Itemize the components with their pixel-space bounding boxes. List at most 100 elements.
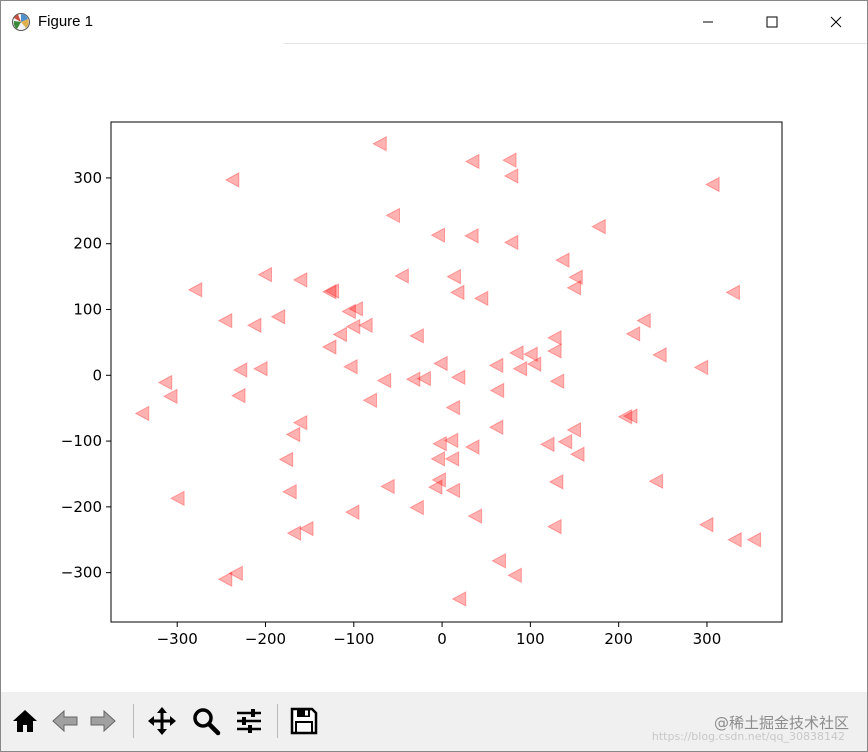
data-point (652, 347, 667, 363)
home-button[interactable] (8, 704, 42, 738)
data-point (547, 343, 562, 359)
data-point (464, 227, 479, 244)
data-point (427, 479, 443, 495)
data-point (727, 531, 742, 548)
data-point (507, 567, 522, 584)
figure-canvas[interactable]: −300 −200 −100 0 100 200 300 −300 −200 −100 0 100 2… (1, 44, 867, 692)
pan-icon (148, 707, 176, 735)
data-point (230, 387, 246, 404)
data-point (625, 326, 641, 342)
figure-window: Figure 1 −300 −200 −100 0 100 200 300 −300 −200… (0, 0, 868, 752)
data-point (292, 414, 308, 431)
data-point (157, 374, 173, 391)
data-point (547, 329, 562, 346)
x-tick-label: 200 (604, 630, 633, 648)
data-point (539, 436, 555, 453)
zoom-button[interactable] (189, 704, 223, 738)
data-point (445, 482, 461, 499)
data-point (376, 372, 392, 389)
window-title: Figure 1 (38, 13, 94, 30)
maximize-button[interactable] (749, 1, 795, 43)
data-point (591, 218, 606, 235)
data-point (450, 369, 466, 386)
data-point (430, 451, 446, 467)
x-tick-label: 300 (693, 630, 722, 648)
data-point (566, 422, 582, 438)
data-point (341, 303, 356, 320)
data-point (344, 504, 360, 520)
data-point (409, 499, 424, 516)
configure-subplots-icon (237, 709, 261, 733)
data-point (557, 433, 573, 450)
data-point (343, 358, 358, 375)
data-point (489, 382, 505, 399)
data-point (432, 435, 447, 452)
data-point (394, 268, 409, 284)
data-point (648, 473, 664, 490)
x-tick-label: −300 (157, 630, 198, 648)
forward-arrow-icon (90, 709, 116, 733)
data-point (548, 474, 564, 490)
data-point (503, 168, 519, 184)
y-tick-label: −200 (61, 498, 102, 516)
data-point (257, 266, 273, 283)
navigation-toolbar: @稀土掘金技术社区 https://blog.csdn.net/qq_30838… (1, 692, 867, 751)
data-point (187, 281, 203, 298)
x-tick-label: 0 (437, 630, 447, 648)
configure-subplots-button[interactable] (232, 704, 266, 738)
data-point (554, 252, 570, 268)
title-bar[interactable]: Figure 1 (1, 1, 867, 43)
forward-button[interactable] (86, 704, 120, 738)
y-tick-label: 100 (73, 301, 102, 319)
y-tick-label: 200 (73, 235, 102, 253)
data-point (569, 446, 585, 463)
data-point (278, 451, 294, 468)
data-point (693, 359, 709, 376)
save-button[interactable] (287, 704, 321, 738)
back-arrow-icon (52, 709, 78, 733)
data-point (162, 388, 178, 405)
data-point (433, 355, 448, 372)
back-button[interactable] (48, 704, 82, 738)
data-point (636, 312, 651, 329)
toolbar-separator (133, 704, 134, 738)
data-point (502, 152, 517, 168)
data-point (725, 284, 740, 301)
data-point (547, 518, 562, 535)
close-button[interactable] (813, 1, 859, 43)
data-point (451, 591, 467, 607)
data-point (698, 516, 714, 533)
close-icon (830, 16, 842, 28)
zoom-icon (193, 708, 221, 736)
data-point (430, 227, 446, 243)
data-point (464, 153, 480, 170)
data-point (232, 362, 248, 378)
data-point (285, 426, 301, 443)
home-icon (13, 710, 37, 732)
x-tick-label: −200 (245, 630, 286, 648)
minimize-button[interactable] (685, 1, 731, 43)
x-tick-label: 100 (516, 630, 545, 648)
data-point (380, 478, 395, 495)
data-point (445, 399, 461, 416)
data-point (509, 345, 524, 361)
data-point (549, 373, 565, 390)
data-point (705, 176, 720, 193)
data-point (467, 508, 483, 524)
data-point (372, 135, 387, 152)
data-point (246, 317, 262, 334)
data-point (444, 451, 460, 467)
watermark-url: https://blog.csdn.net/qq_30838142 (651, 730, 845, 743)
data-point (503, 234, 519, 251)
y-tick-label: 0 (92, 366, 102, 384)
data-point (446, 268, 461, 285)
data-point (270, 308, 286, 325)
data-point (224, 172, 240, 188)
matplotlib-logo-icon (11, 12, 31, 32)
data-point (217, 312, 233, 329)
pan-button[interactable] (145, 704, 179, 738)
data-point (512, 360, 528, 377)
x-tick-label: −100 (333, 630, 374, 648)
data-point (134, 405, 150, 422)
data-point (321, 283, 337, 300)
